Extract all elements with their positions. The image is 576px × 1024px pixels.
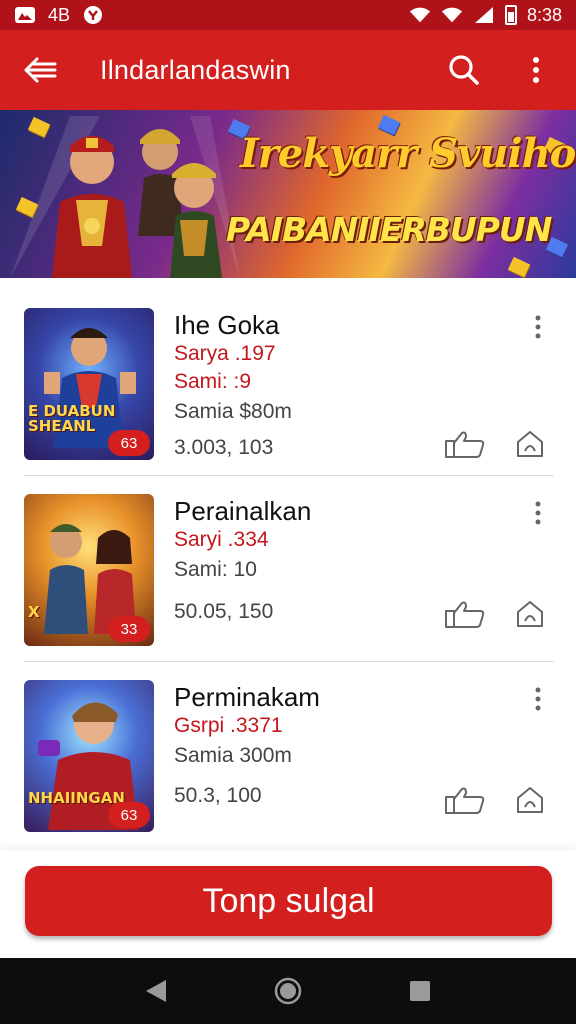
install-button[interactable]: [512, 426, 548, 462]
nav-back-button[interactable]: [136, 971, 176, 1011]
back-arrow-icon: [24, 57, 57, 83]
list-item[interactable]: X 33 Perainalkan Saryi .334 Sami: 10 50.…: [24, 476, 554, 662]
wifi-icon: [409, 6, 431, 24]
item-stats: 3.003, 103: [174, 436, 274, 459]
item-stats: 50.05, 150: [174, 600, 274, 623]
item-title: Perminakam: [174, 682, 320, 712]
system-nav-bar: [0, 958, 576, 1024]
clock-label: 8:38: [526, 4, 562, 25]
more-vert-icon: [535, 501, 541, 525]
item-meta-gray: Samia $80m: [174, 400, 292, 423]
item-meta-gray: Samia 300m: [174, 744, 292, 767]
network-type-label: 4B: [48, 4, 71, 25]
bottom-cta-area: Tonp sulgal: [0, 850, 576, 958]
nav-back-icon: [146, 980, 166, 1002]
item-meta-red: Saryi .334: [174, 528, 269, 551]
item-stats: 50.3, 100: [174, 784, 262, 807]
battery-icon: [504, 5, 517, 25]
app-title: Ilndarlandaswin: [100, 54, 291, 85]
gallery-notification-icon: [14, 6, 36, 24]
game-list: E DUABUN SHEANL 63 Ihe Goka Sarya .197 S…: [0, 290, 576, 848]
more-vert-icon: [535, 687, 541, 711]
item-meta-gray: Sami: 10: [174, 558, 257, 581]
install-button[interactable]: [512, 596, 548, 632]
app-bar: Ilndarlandaswin: [0, 30, 576, 110]
thumbs-up-icon: [445, 431, 485, 458]
thumbs-up-icon: [445, 601, 485, 628]
game-thumbnail[interactable]: X 33: [24, 494, 154, 646]
banner-gem-decoration: [507, 256, 531, 278]
item-meta-red-secondary: Sami: :9: [174, 370, 252, 393]
primary-cta-button[interactable]: Tonp sulgal: [25, 866, 552, 936]
thumbnail-badge: 63: [108, 802, 150, 828]
home-install-icon: [517, 787, 543, 813]
thumbnail-badge: 33: [108, 616, 150, 642]
list-item[interactable]: NHAIINGAN 63 Perminakam Gsrpi .3371 Sami…: [24, 662, 554, 848]
more-vert-icon: [535, 315, 541, 339]
status-right: 8:38: [409, 5, 562, 26]
search-icon: [449, 55, 479, 85]
banner-title: Irekyarr Svuiho: [240, 130, 576, 177]
item-meta-red: Sarya .197: [174, 342, 276, 365]
like-button[interactable]: [442, 426, 488, 462]
app-notification-icon: [82, 6, 104, 24]
status-left: 4B: [14, 5, 104, 26]
nav-recents-icon: [410, 981, 430, 1001]
like-button[interactable]: [442, 782, 488, 818]
wifi-secondary-icon: [441, 6, 463, 24]
item-title: Perainalkan: [174, 496, 312, 526]
more-vert-icon: [533, 57, 539, 83]
item-more-button[interactable]: [526, 312, 550, 342]
install-button[interactable]: [512, 782, 548, 818]
like-button[interactable]: [442, 596, 488, 632]
item-title: Ihe Goka: [174, 310, 280, 340]
nav-home-icon: [274, 977, 302, 1005]
game-thumbnail[interactable]: E DUABUN SHEANL 63: [24, 308, 154, 460]
overflow-menu-button[interactable]: [518, 52, 554, 88]
home-install-icon: [517, 601, 543, 627]
app-screen: 4B 8:38 Ilndarlandaswin Irekyarr Svuiho …: [0, 0, 576, 1024]
signal-icon: [473, 6, 495, 24]
list-item[interactable]: E DUABUN SHEANL 63 Ihe Goka Sarya .197 S…: [24, 290, 554, 476]
thumbnail-badge: 63: [108, 430, 150, 456]
back-button[interactable]: [22, 52, 58, 88]
home-install-icon: [517, 431, 543, 457]
nav-home-button[interactable]: [268, 971, 308, 1011]
thumbs-up-icon: [445, 787, 485, 814]
banner-subtitle: PAIBANIIERBUPUN: [226, 210, 552, 249]
status-bar: 4B 8:38: [0, 0, 576, 30]
promo-banner[interactable]: Irekyarr Svuiho PAIBANIIERBUPUN: [0, 110, 576, 278]
item-more-button[interactable]: [526, 684, 550, 714]
item-meta-red: Gsrpi .3371: [174, 714, 283, 737]
search-button[interactable]: [446, 52, 482, 88]
game-thumbnail[interactable]: NHAIINGAN 63: [24, 680, 154, 832]
banner-heroes-illustration: [10, 116, 240, 278]
item-more-button[interactable]: [526, 498, 550, 528]
nav-recents-button[interactable]: [400, 971, 440, 1011]
app-bar-actions: [446, 52, 554, 88]
